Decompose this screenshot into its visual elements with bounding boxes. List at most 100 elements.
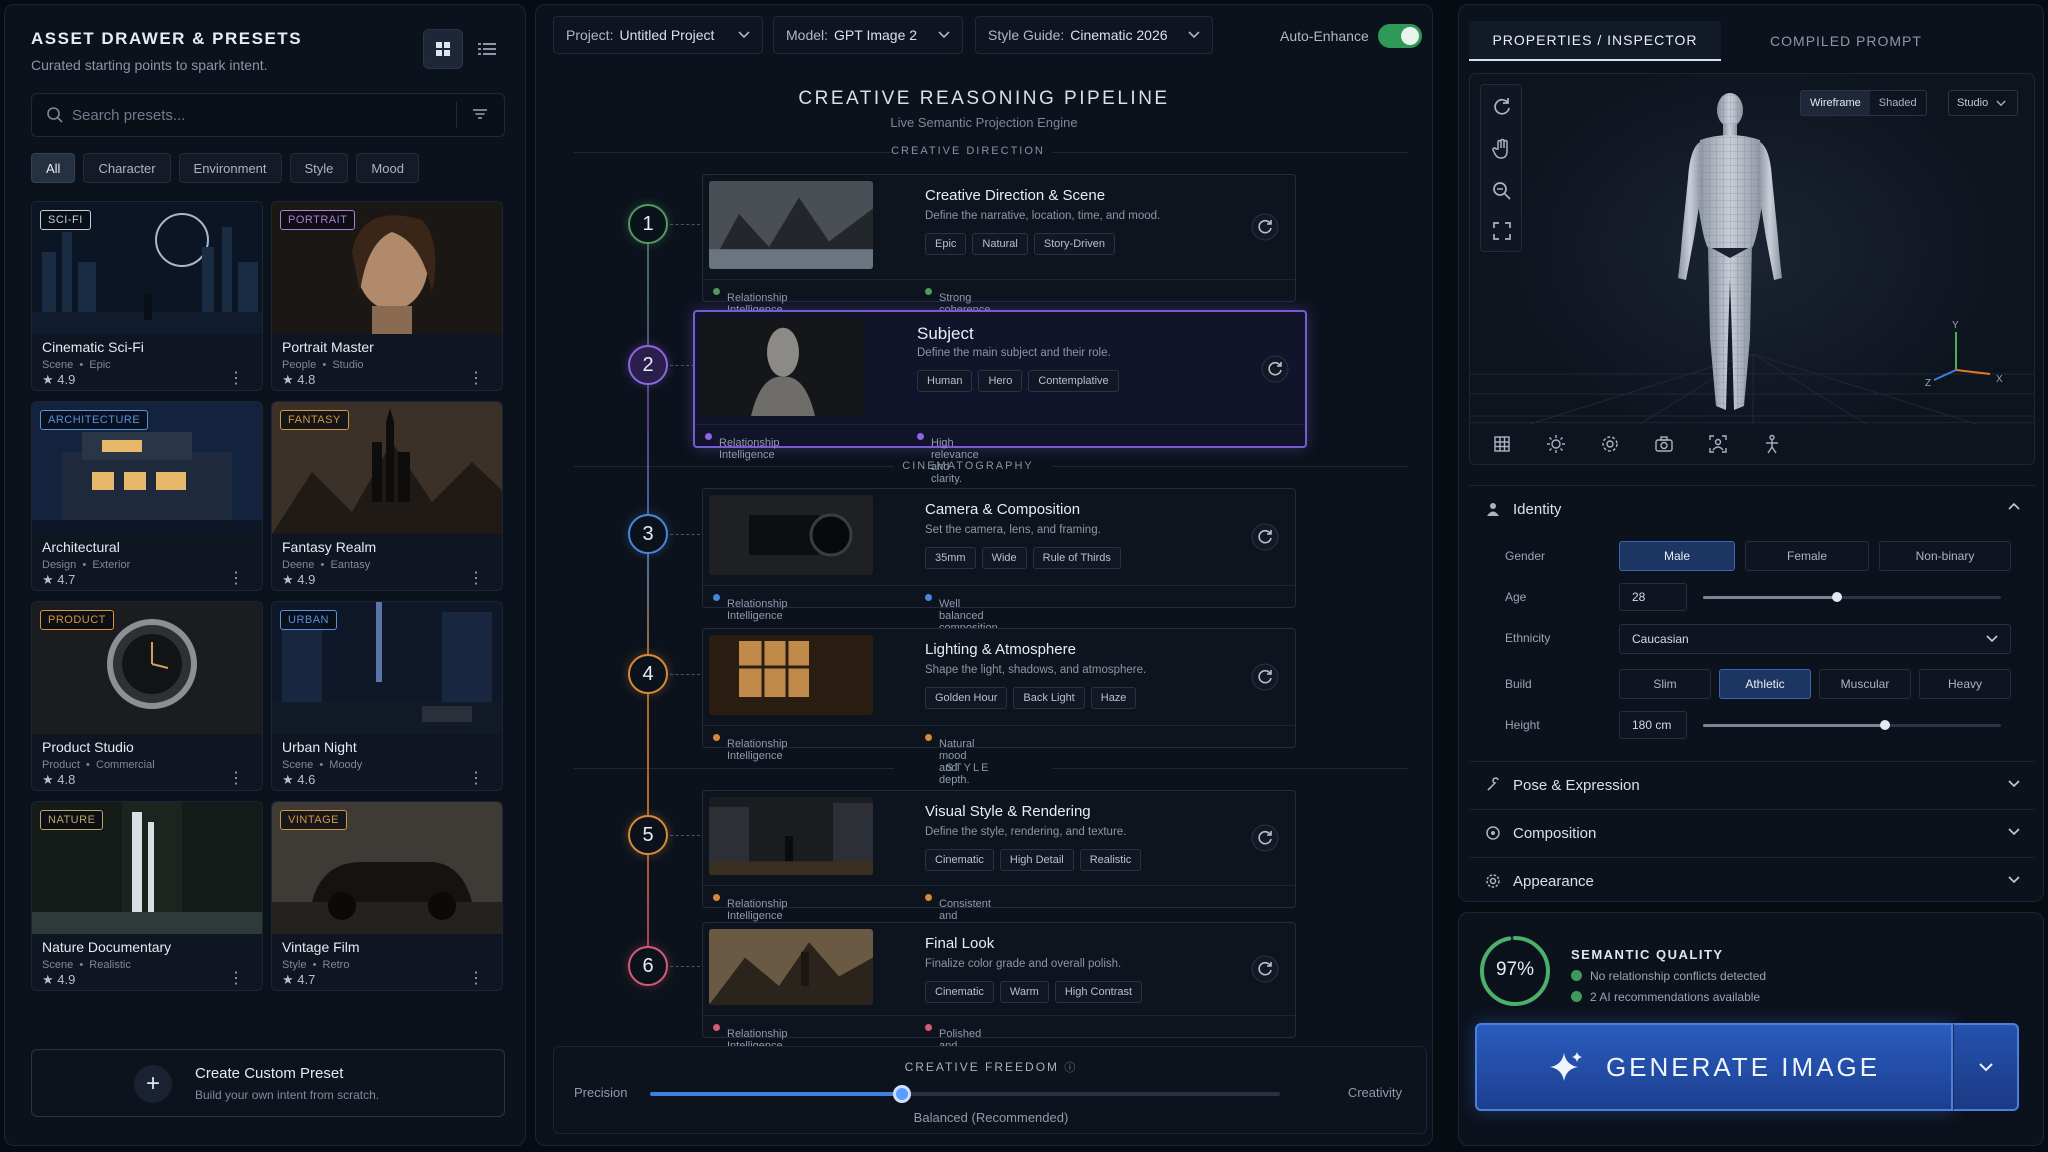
step-tag[interactable]: Hero (978, 370, 1023, 392)
pipeline-step-3[interactable]: Camera & Composition Set the camera, lens… (702, 488, 1296, 634)
pipeline-step-1[interactable]: Creative Direction & Scene Define the nar… (702, 174, 1296, 352)
more-options-icon[interactable]: ⋮ (468, 568, 484, 588)
preset-card[interactable]: FANTASY Fantasy Realm Deene • Eantasy ★ 4.9… (271, 401, 503, 591)
grid-view-button[interactable] (423, 29, 463, 69)
age-slider-handle[interactable] (1832, 592, 1843, 602)
step-tag[interactable]: Golden Hour (925, 687, 1008, 709)
pipeline-step-4[interactable]: Lighting & Atmosphere Shape the light, sh… (702, 628, 1296, 786)
filter-chip-style[interactable]: Style (289, 153, 349, 183)
preset-card[interactable]: NATURE Nature Documentary Scene • Realisti… (31, 801, 263, 991)
step-tag[interactable]: Haze (1090, 687, 1137, 709)
step-tag[interactable]: 35mm (925, 547, 976, 569)
more-options-icon[interactable]: ⋮ (228, 568, 244, 588)
zoom-icon[interactable] (1490, 179, 1514, 203)
style-guide-dropdown[interactable]: Style Guide: Cinematic 2026 (975, 16, 1213, 54)
refresh-icon[interactable] (1261, 355, 1289, 383)
step-tag[interactable]: Realistic (1079, 849, 1142, 871)
step-tag[interactable]: Cinematic (925, 849, 994, 871)
more-options-icon[interactable]: ⋮ (468, 968, 484, 988)
info-icon[interactable]: ⓘ (1064, 1062, 1077, 1074)
filter-icon[interactable] (470, 104, 490, 124)
preset-card[interactable]: PRODUCT Product Studio Product • Commercia… (31, 601, 263, 791)
build-heavy-button[interactable]: Heavy (1919, 669, 2011, 699)
pose-expression-section-header[interactable]: Pose & Expression (1469, 761, 2035, 807)
age-slider[interactable] (1703, 592, 2001, 602)
more-options-icon[interactable]: ⋮ (228, 768, 244, 788)
grid-toggle-button[interactable] (1484, 429, 1520, 459)
appearance-section-header[interactable]: Appearance (1469, 857, 2035, 901)
refresh-icon[interactable] (1251, 523, 1279, 551)
gender-female-button[interactable]: Female (1745, 541, 1869, 571)
height-slider-handle[interactable] (1879, 720, 1890, 730)
refresh-icon[interactable] (1251, 824, 1279, 852)
wireframe-mode-button[interactable]: Wireframe (1801, 91, 1870, 115)
refresh-icon[interactable] (1251, 213, 1279, 241)
human-wireframe-model[interactable] (1660, 88, 1800, 428)
project-dropdown[interactable]: Project: Untitled Project (553, 16, 763, 54)
step-tag[interactable]: Warm (999, 981, 1049, 1003)
step-tag[interactable]: Cinematic (925, 981, 994, 1003)
preset-card[interactable]: PORTRAIT Portrait Master People • Studio ★ … (271, 201, 503, 391)
step-node-4[interactable]: 4 (628, 654, 668, 694)
step-node-3[interactable]: 3 (628, 514, 668, 554)
filter-chip-environment[interactable]: Environment (178, 153, 282, 183)
step-tag[interactable]: Back Light (1013, 687, 1085, 709)
more-options-icon[interactable]: ⋮ (468, 768, 484, 788)
refresh-icon[interactable] (1251, 663, 1279, 691)
tab-properties[interactable]: PROPERTIES / INSPECTOR (1469, 21, 1721, 61)
camera-button[interactable] (1646, 429, 1682, 459)
pan-hand-icon[interactable] (1490, 137, 1514, 161)
3d-viewport[interactable]: Wireframe Shaded Studio Y X Z (1469, 73, 2035, 465)
step-tag[interactable]: High Contrast (1054, 981, 1143, 1003)
step-tag[interactable]: Story-Driven (1033, 233, 1115, 255)
height-slider[interactable] (1703, 720, 2001, 730)
filter-chip-all[interactable]: All (31, 153, 76, 183)
more-options-icon[interactable]: ⋮ (468, 368, 484, 388)
pipeline-step-5[interactable]: Visual Style & Rendering Define the style… (702, 790, 1296, 934)
pipeline-step-6[interactable]: Final Look Finalize color grade and overa… (702, 922, 1296, 1076)
search-input[interactable] (72, 94, 452, 136)
build-slim-button[interactable]: Slim (1619, 669, 1711, 699)
gender-male-button[interactable]: Male (1619, 541, 1735, 571)
height-input[interactable]: 180 cm (1619, 711, 1687, 739)
refresh-icon[interactable] (1251, 955, 1279, 983)
model-dropdown[interactable]: Model: GPT Image 2 (773, 16, 963, 54)
skeleton-button[interactable] (1754, 429, 1790, 459)
pipeline-step-2[interactable]: Subject Define the main subject and their… (693, 310, 1307, 485)
more-options-icon[interactable]: ⋮ (228, 968, 244, 988)
preset-card[interactable]: ARCHITECTURE Architectural Design • Exteri… (31, 401, 263, 591)
step-node-6[interactable]: 6 (628, 946, 668, 986)
step-node-2[interactable]: 2 (628, 345, 668, 385)
step-tag[interactable]: High Detail (999, 849, 1074, 871)
quality-item-recommendations[interactable]: 2 AI recommendations available (1571, 990, 1760, 1004)
tab-compiled-prompt[interactable]: COMPILED PROMPT (1729, 21, 1963, 61)
lighting-button[interactable] (1538, 429, 1574, 459)
pose-capture-button[interactable] (1700, 429, 1736, 459)
creative-freedom-slider[interactable] (650, 1085, 1280, 1103)
list-view-button[interactable] (467, 29, 507, 69)
step-tag[interactable]: Contemplative (1028, 370, 1119, 392)
auto-enhance-toggle[interactable] (1378, 24, 1422, 48)
rotate-icon[interactable] (1490, 95, 1514, 119)
step-tag[interactable]: Natural (972, 233, 1028, 255)
ethnicity-select[interactable]: Caucasian (1619, 624, 2011, 654)
more-options-icon[interactable]: ⋮ (228, 368, 244, 388)
create-custom-preset-button[interactable]: + Create Custom Preset Build your own in… (31, 1049, 505, 1117)
generate-options-dropdown[interactable] (1953, 1023, 2019, 1111)
shaded-mode-button[interactable]: Shaded (1870, 91, 1926, 115)
filter-chip-character[interactable]: Character (83, 153, 171, 183)
step-node-5[interactable]: 5 (628, 815, 668, 855)
step-tag[interactable]: Rule of Thirds (1032, 547, 1121, 569)
preset-card[interactable]: URBAN Urban Night Scene • Moody ★ 4.6 ⋮ (271, 601, 503, 791)
lighting-preset-dropdown[interactable]: Studio (1948, 90, 2018, 116)
step-tag[interactable]: Human (917, 370, 973, 392)
step-node-1[interactable]: 1 (628, 204, 668, 244)
generate-image-button[interactable]: GENERATE IMAGE (1475, 1023, 1953, 1111)
filter-chip-mood[interactable]: Mood (356, 153, 419, 183)
identity-section-header[interactable]: Identity (1469, 485, 2035, 531)
slider-handle[interactable] (893, 1085, 911, 1103)
build-muscular-button[interactable]: Muscular (1819, 669, 1911, 699)
settings-button[interactable] (1592, 429, 1628, 459)
step-tag[interactable]: Epic (925, 233, 967, 255)
step-tag[interactable]: Wide (981, 547, 1027, 569)
